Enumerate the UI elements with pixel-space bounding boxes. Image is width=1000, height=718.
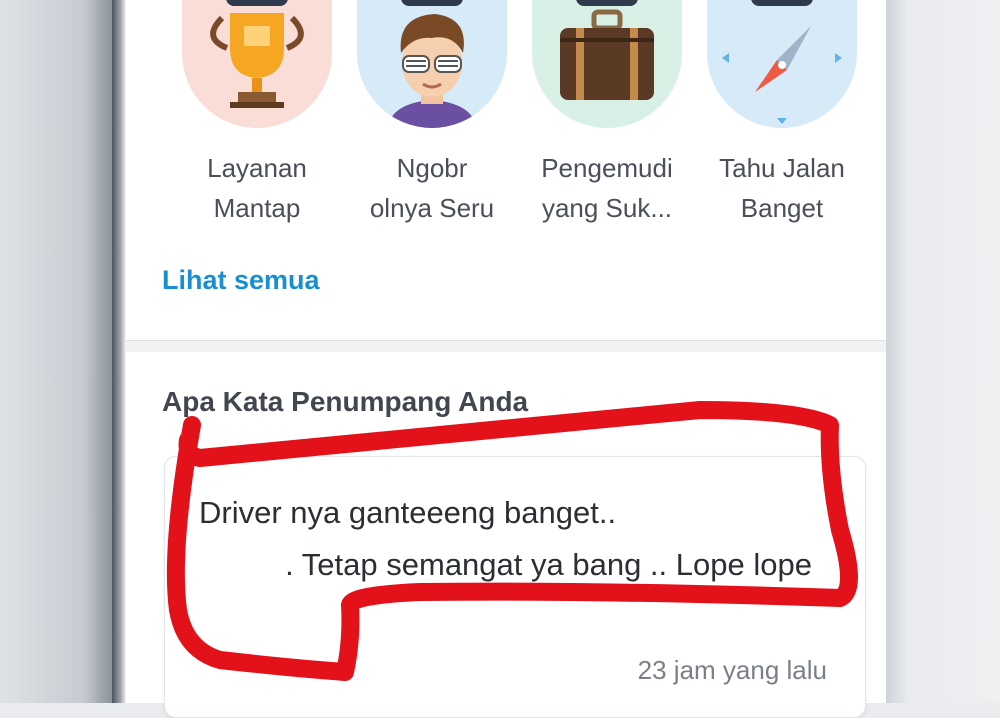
badge-count-chip	[401, 0, 463, 6]
badge-tahu-jalan-banget[interactable]: Tahu Jalan Banget	[695, 0, 869, 228]
section-title: Apa Kata Penumpang Anda	[162, 386, 529, 417]
compass-icon	[707, 0, 857, 128]
suitcase-icon	[532, 0, 682, 128]
review-card: Driver nya ganteeeng banget.. . Tetap se…	[164, 456, 866, 718]
badge-label: Ngobr olnya Seru	[369, 153, 495, 223]
review-text: Driver nya ganteeeng banget.. . Tetap se…	[199, 495, 812, 582]
badge-label: Tahu Jalan Banget	[719, 153, 845, 223]
background-left	[0, 0, 118, 703]
trophy-icon	[182, 0, 332, 128]
badge-count-chip	[751, 0, 813, 6]
compliment-badges: Layanan Mantap Ngobr olnya Seru Pengemud…	[170, 0, 870, 238]
badge-pengemudi-yang-suka[interactable]: Pengemudi yang Suk...	[520, 0, 694, 228]
phone-edge	[112, 0, 126, 703]
badges-card: Layanan Mantap Ngobr olnya Seru Pengemud…	[126, 0, 886, 341]
reviews-card: Apa Kata Penumpang Anda Driver nya gante…	[126, 352, 886, 718]
review-timestamp: 23 jam yang lalu	[637, 655, 827, 685]
background-right	[886, 0, 1000, 703]
see-all-link[interactable]: Lihat semua	[162, 265, 320, 296]
badge-count-chip	[226, 0, 288, 6]
badge-layanan-mantap[interactable]: Layanan Mantap	[170, 0, 344, 228]
badge-count-chip	[576, 0, 638, 6]
app-screen: Layanan Mantap Ngobr olnya Seru Pengemud…	[126, 0, 886, 718]
cool-guy-icon	[357, 0, 507, 128]
badge-label: Layanan Mantap	[207, 153, 307, 223]
badge-label: Pengemudi yang Suk...	[541, 153, 673, 223]
badge-ngobrolnya-seru[interactable]: Ngobr olnya Seru	[345, 0, 519, 228]
